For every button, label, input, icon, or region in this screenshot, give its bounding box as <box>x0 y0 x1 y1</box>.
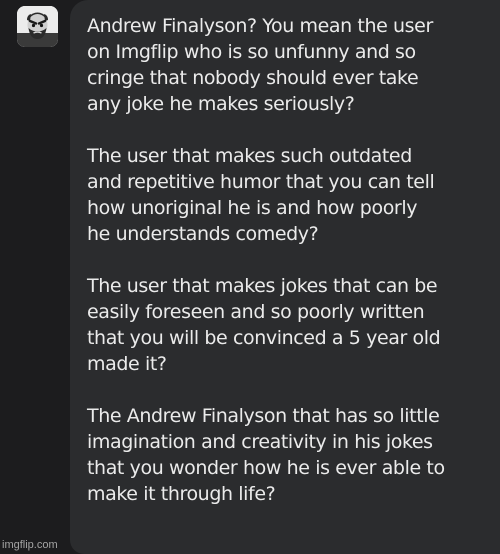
message-line: The user that makes jokes that can be <box>87 275 438 297</box>
message-line: easily foreseen and so poorly written <box>87 301 425 323</box>
message-line: that you wonder how he is ever able to <box>87 457 445 479</box>
message-paragraph: Andrew Finalyson? You mean the user on I… <box>87 13 490 117</box>
message-line: make it through life? <box>87 483 276 505</box>
message-line: made it? <box>87 353 167 375</box>
angry-man-avatar-icon <box>17 6 58 47</box>
message-line: any joke he makes seriously? <box>87 93 355 115</box>
message-line: The Andrew Finalyson that has so little <box>87 405 440 427</box>
message-line: The user that makes such outdated <box>87 145 412 167</box>
message-line: how unoriginal he is and how poorly <box>87 197 418 219</box>
message-line: imagination and creativity in his jokes <box>87 431 433 453</box>
message-line: cringe that nobody should ever take <box>87 67 419 89</box>
message-line: on Imgflip who is so unfunny and so <box>87 41 416 63</box>
message-line: that you will be convinced a 5 year old <box>87 327 441 349</box>
message-paragraph: The Andrew Finalyson that has so little … <box>87 403 490 507</box>
imgflip-watermark: imgflip.com <box>2 539 58 551</box>
message-line: and repetitive humor that you can tell <box>87 171 435 193</box>
avatar[interactable] <box>17 6 58 47</box>
message-line: he understands comedy? <box>87 223 319 245</box>
message-bubble: Andrew Finalyson? You mean the user on I… <box>70 0 500 554</box>
message-paragraph: The user that makes such outdated and re… <box>87 143 490 247</box>
message-line: Andrew Finalyson? You mean the user <box>87 15 433 37</box>
message-paragraph: The user that makes jokes that can be ea… <box>87 273 490 377</box>
